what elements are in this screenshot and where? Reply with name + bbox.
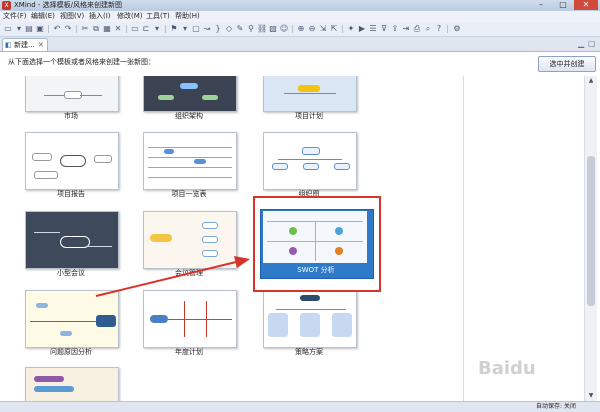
scroll-up-icon[interactable]: ▲ <box>585 76 597 86</box>
panel-divider <box>463 76 464 401</box>
vertical-scrollbar[interactable]: ▲ ▼ <box>584 76 597 401</box>
annotation-arrow <box>95 256 250 297</box>
status-bar: 自动保存: 关闭 <box>0 401 600 412</box>
scroll-down-icon[interactable]: ▼ <box>585 391 597 401</box>
arrow-head <box>234 256 250 268</box>
autosave-status[interactable]: 自动保存: 关闭 <box>536 403 576 411</box>
arrow-line <box>95 261 237 297</box>
scroll-thumb[interactable] <box>587 156 595 306</box>
watermark-logo: Baidu <box>478 358 536 379</box>
